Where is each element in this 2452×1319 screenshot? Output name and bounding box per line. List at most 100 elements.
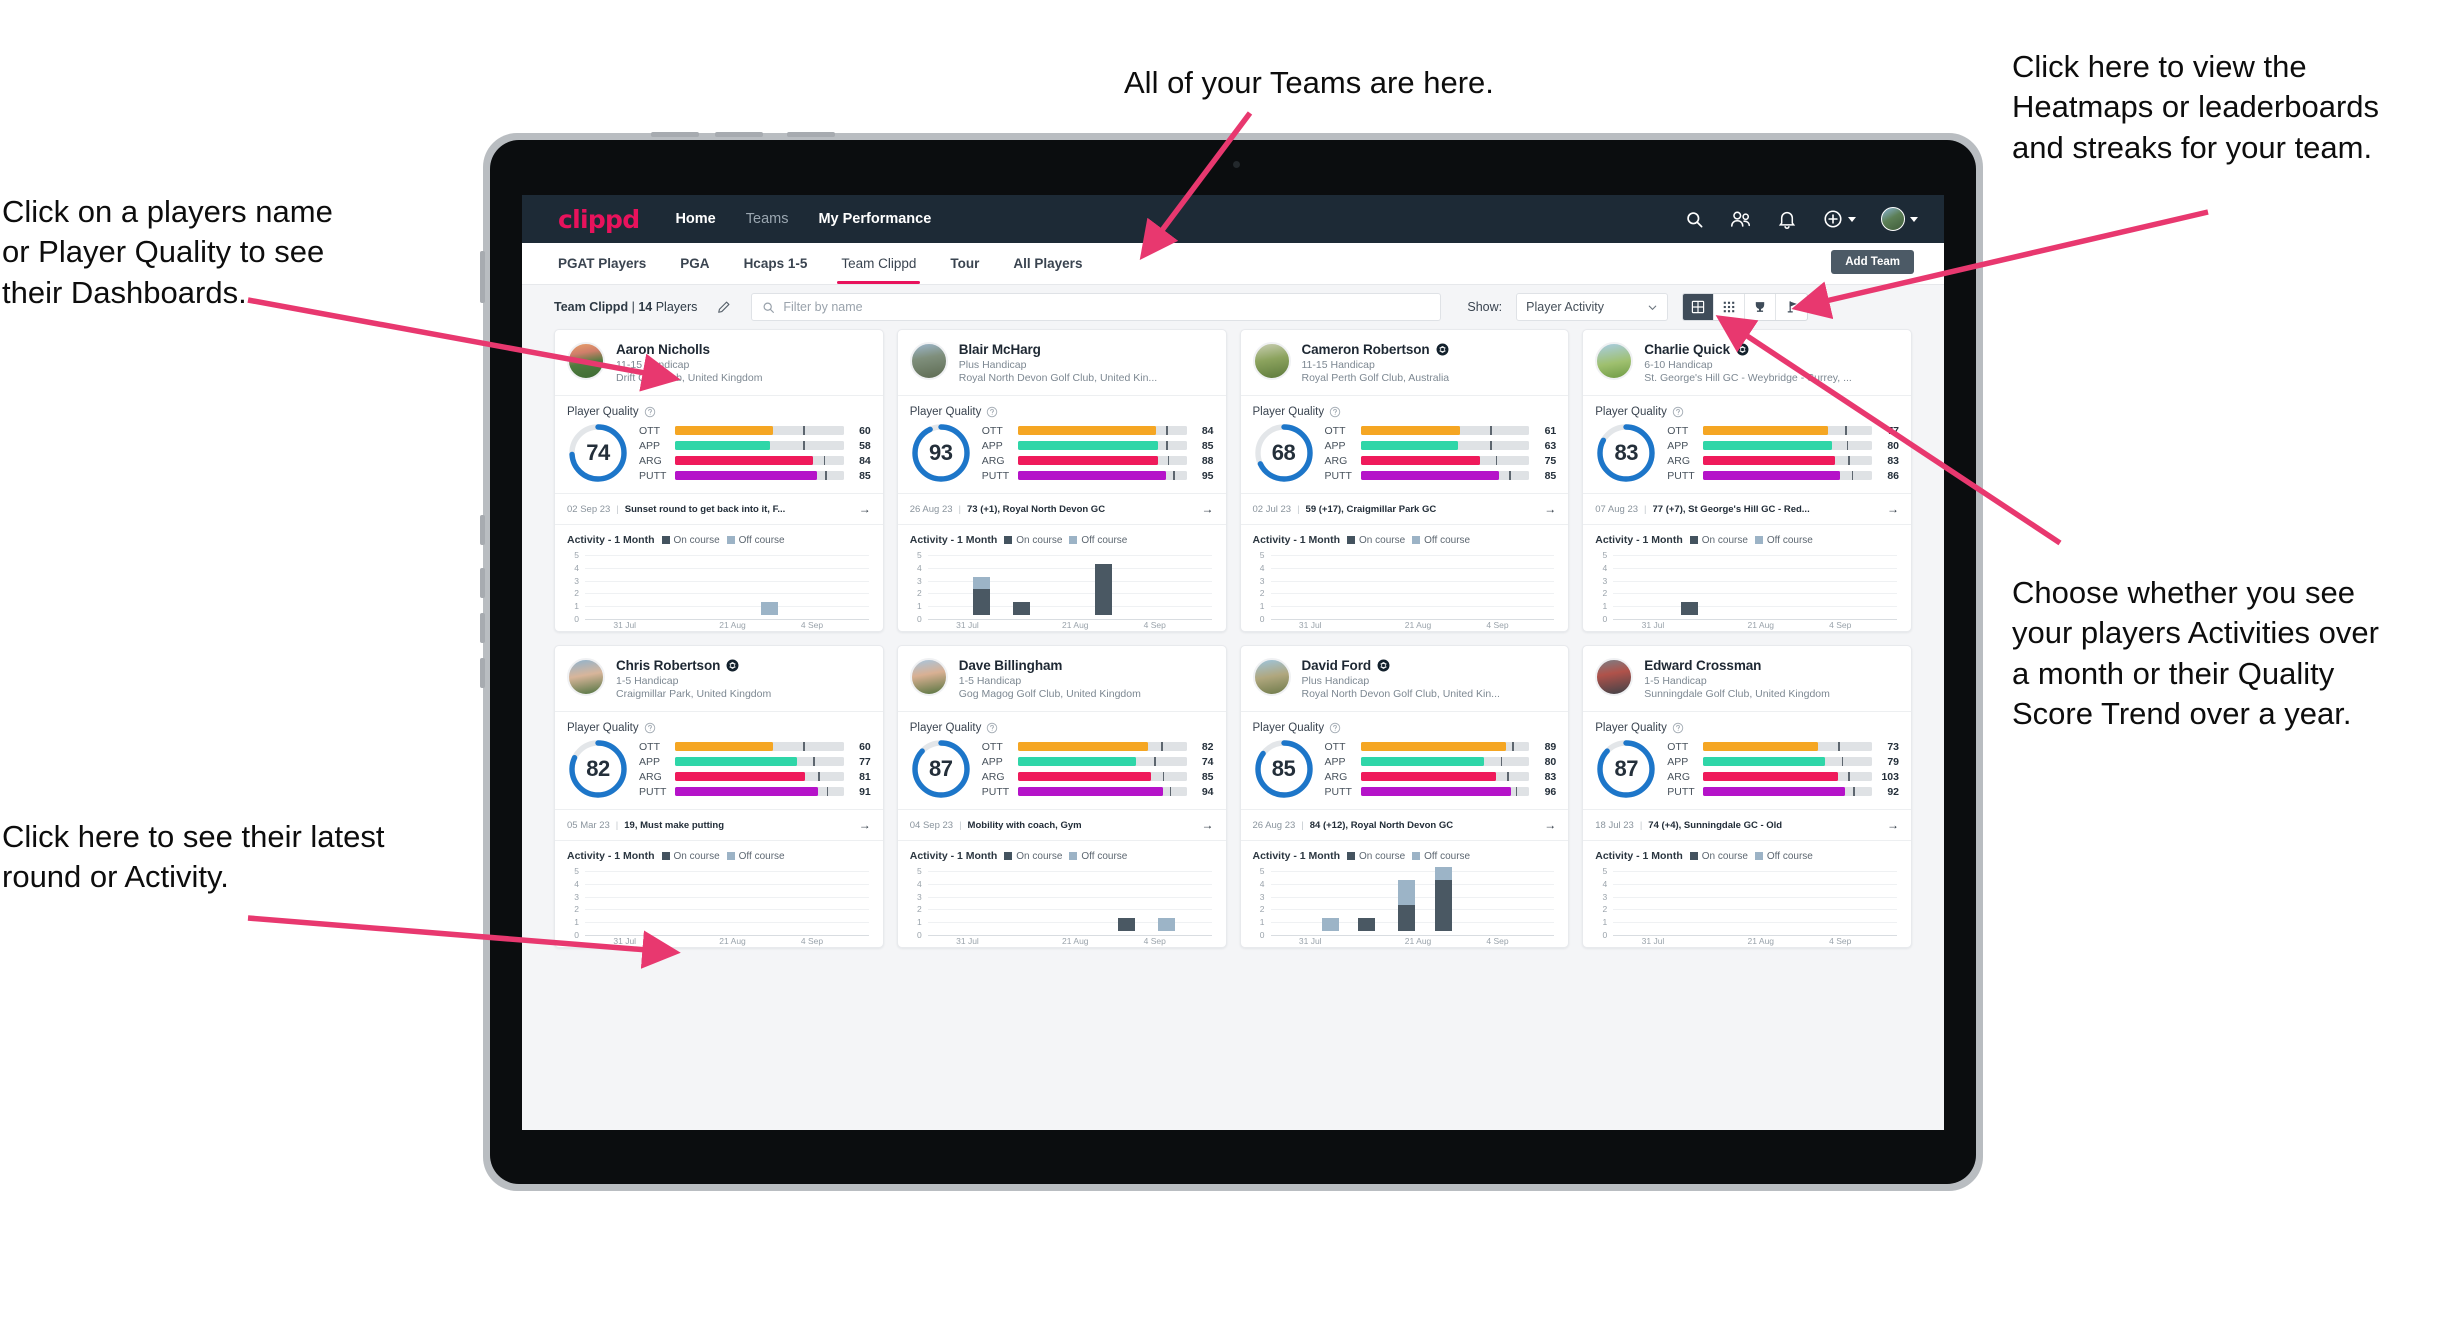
help-icon[interactable] xyxy=(644,722,656,734)
player-name-row[interactable]: Edward Crossman xyxy=(1644,658,1899,673)
activity-section[interactable]: Activity - 1 Month On course Off course … xyxy=(555,525,883,631)
player-name-row[interactable]: Cameron Robertson xyxy=(1302,342,1557,357)
player-name-row[interactable]: Blair McHarg xyxy=(959,342,1214,357)
player-card[interactable]: Charlie Quick 6-10 Handicap St. George's… xyxy=(1582,329,1912,632)
latest-round-row[interactable]: 05 Mar 23 | 19, Must make putting → xyxy=(555,809,883,841)
help-icon[interactable] xyxy=(644,406,656,418)
avatar[interactable] xyxy=(1881,207,1905,231)
player-name-row[interactable]: Dave Billingham xyxy=(959,658,1214,673)
activity-section[interactable]: Activity - 1 Month On course Off course … xyxy=(1241,841,1569,947)
player-card-header[interactable]: Aaron Nicholls 11-15 Handicap Drift Golf… xyxy=(555,330,883,395)
player-avatar[interactable] xyxy=(1252,658,1291,696)
player-quality-section[interactable]: Player Quality 87 OTT 82 APP 74 ARG 85 P… xyxy=(898,712,1226,809)
arrow-right-icon[interactable]: → xyxy=(1887,502,1899,516)
player-card[interactable]: David Ford Plus Handicap Royal North Dev… xyxy=(1239,645,1570,948)
player-card-header[interactable]: Dave Billingham 1-5 Handicap Gog Magog G… xyxy=(898,646,1226,711)
player-card-header[interactable]: David Ford Plus Handicap Royal North Dev… xyxy=(1241,646,1569,711)
latest-round-row[interactable]: 02 Sep 23 | Sunset round to get back int… xyxy=(555,493,883,525)
player-name-row[interactable]: David Ford xyxy=(1302,658,1557,673)
tab-team-clippd[interactable]: Team Clippd xyxy=(837,243,921,284)
arrow-right-icon[interactable]: → xyxy=(1887,818,1899,832)
player-quality-section[interactable]: Player Quality 68 OTT 61 APP 63 ARG 75 P… xyxy=(1241,396,1569,493)
people-icon[interactable] xyxy=(1730,209,1751,230)
help-icon[interactable] xyxy=(986,722,998,734)
player-card[interactable]: Aaron Nicholls 11-15 Handicap Drift Golf… xyxy=(554,329,884,632)
quality-ring[interactable]: 93 xyxy=(910,422,972,484)
trophy-view-icon[interactable] xyxy=(1745,294,1777,320)
player-name[interactable]: Dave Billingham xyxy=(959,658,1063,673)
arrow-right-icon[interactable]: → xyxy=(1202,818,1214,832)
nav-link-my-performance[interactable]: My Performance xyxy=(818,211,931,227)
plus-circle-icon[interactable] xyxy=(1822,209,1843,230)
player-card-header[interactable]: Cameron Robertson 11-15 Handicap Royal P… xyxy=(1241,330,1569,395)
player-avatar[interactable] xyxy=(1252,342,1291,380)
player-quality-section[interactable]: Player Quality 82 OTT 60 APP 77 ARG 81 P… xyxy=(555,712,883,809)
dense-grid-view-icon[interactable] xyxy=(1714,294,1746,320)
search-input[interactable]: Filter by name xyxy=(751,293,1442,321)
quality-ring[interactable]: 83 xyxy=(1595,422,1657,484)
help-icon[interactable] xyxy=(1329,722,1341,734)
tab-pga[interactable]: PGA xyxy=(680,243,709,284)
tab-tour[interactable]: Tour xyxy=(950,243,979,284)
player-card[interactable]: Dave Billingham 1-5 Handicap Gog Magog G… xyxy=(896,645,1227,948)
help-icon[interactable] xyxy=(1672,406,1684,418)
player-name-row[interactable]: Aaron Nicholls xyxy=(616,342,871,357)
tab-pgat-players[interactable]: PGAT Players xyxy=(558,243,646,284)
arrow-right-icon[interactable]: → xyxy=(859,818,871,832)
player-name[interactable]: Charlie Quick xyxy=(1644,342,1730,357)
nav-link-home[interactable]: Home xyxy=(675,211,715,227)
activity-section[interactable]: Activity - 1 Month On course Off course … xyxy=(555,841,883,947)
player-card[interactable]: Blair McHarg Plus Handicap Royal North D… xyxy=(896,329,1227,632)
player-quality-section[interactable]: Player Quality 85 OTT 89 APP 80 ARG 83 P… xyxy=(1241,712,1569,809)
player-avatar[interactable] xyxy=(909,342,948,380)
player-name[interactable]: Edward Crossman xyxy=(1644,658,1761,673)
activity-section[interactable]: Activity - 1 Month On course Off course … xyxy=(1241,525,1569,631)
user-menu[interactable] xyxy=(1881,207,1918,231)
player-avatar[interactable] xyxy=(1595,658,1634,696)
player-card-header[interactable]: Blair McHarg Plus Handicap Royal North D… xyxy=(898,330,1226,395)
latest-round-row[interactable]: 18 Jul 23 | 74 (+4), Sunningdale GC - Ol… xyxy=(1583,809,1911,841)
quality-ring[interactable]: 82 xyxy=(567,738,629,800)
activity-section[interactable]: Activity - 1 Month On course Off course … xyxy=(1583,841,1911,947)
clippd-logo[interactable]: clippd xyxy=(558,205,640,234)
player-card-header[interactable]: Charlie Quick 6-10 Handicap St. George's… xyxy=(1583,330,1911,395)
arrow-right-icon[interactable]: → xyxy=(1202,502,1214,516)
activity-section[interactable]: Activity - 1 Month On course Off course … xyxy=(898,525,1226,631)
show-select[interactable]: Player Activity xyxy=(1516,293,1669,321)
player-name[interactable]: Aaron Nicholls xyxy=(616,342,710,357)
create-menu[interactable] xyxy=(1822,209,1856,230)
player-avatar[interactable] xyxy=(909,658,948,696)
player-quality-section[interactable]: Player Quality 87 OTT 73 APP 79 ARG 103 … xyxy=(1583,712,1911,809)
latest-round-row[interactable]: 02 Jul 23 | 59 (+17), Craigmillar Park G… xyxy=(1240,493,1569,525)
player-name[interactable]: Chris Robertson xyxy=(616,658,720,673)
help-icon[interactable] xyxy=(986,406,998,418)
flag-view-icon[interactable] xyxy=(1776,294,1807,320)
activity-section[interactable]: Activity - 1 Month On course Off course … xyxy=(1583,525,1911,631)
player-avatar[interactable] xyxy=(567,658,605,696)
arrow-right-icon[interactable]: → xyxy=(1544,818,1556,832)
quality-ring[interactable]: 74 xyxy=(567,422,629,484)
help-icon[interactable] xyxy=(1672,722,1684,734)
player-quality-section[interactable]: Player Quality 93 OTT 84 APP 85 ARG 88 P… xyxy=(898,396,1226,493)
player-card-header[interactable]: Chris Robertson 1-5 Handicap Craigmillar… xyxy=(555,646,883,711)
bell-icon[interactable] xyxy=(1776,209,1797,230)
grid-view-icon[interactable] xyxy=(1683,294,1715,320)
tab-hcaps-1-5[interactable]: Hcaps 1-5 xyxy=(744,243,808,284)
search-icon[interactable] xyxy=(1684,209,1705,230)
player-avatar[interactable] xyxy=(567,342,605,380)
latest-round-row[interactable]: 07 Aug 23 | 77 (+7), St George's Hill GC… xyxy=(1583,493,1911,525)
player-card-header[interactable]: Edward Crossman 1-5 Handicap Sunningdale… xyxy=(1583,646,1911,711)
player-quality-section[interactable]: Player Quality 74 OTT 60 APP 58 ARG 84 P… xyxy=(555,396,883,493)
latest-round-row[interactable]: 04 Sep 23 | Mobility with coach, Gym → xyxy=(897,809,1226,841)
help-icon[interactable] xyxy=(1329,406,1341,418)
player-card[interactable]: Cameron Robertson 11-15 Handicap Royal P… xyxy=(1239,329,1570,632)
player-card[interactable]: Edward Crossman 1-5 Handicap Sunningdale… xyxy=(1582,645,1912,948)
nav-link-teams[interactable]: Teams xyxy=(746,211,789,227)
player-name[interactable]: David Ford xyxy=(1302,658,1372,673)
quality-ring[interactable]: 87 xyxy=(1595,738,1657,800)
arrow-right-icon[interactable]: → xyxy=(859,502,871,516)
tab-all-players[interactable]: All Players xyxy=(1013,243,1082,284)
latest-round-row[interactable]: 26 Aug 23 | 84 (+12), Royal North Devon … xyxy=(1240,809,1569,841)
player-name-row[interactable]: Chris Robertson xyxy=(616,658,871,673)
quality-ring[interactable]: 87 xyxy=(910,738,972,800)
